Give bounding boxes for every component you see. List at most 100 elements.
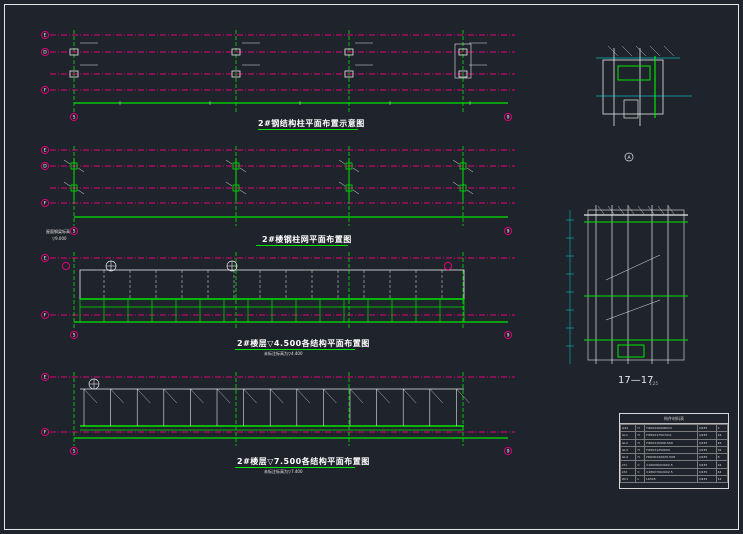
cad-line — [376, 388, 390, 404]
detail-outline — [602, 59, 664, 115]
axis-bubble-label: E — [44, 148, 47, 154]
schedule-row: GL2 H H300X150X6.5X9 Q235 24 — [619, 438, 729, 447]
section-outline — [587, 209, 685, 361]
cad-line — [77, 189, 85, 195]
plan-title-1: 2#钢结构柱平面布置示意图 — [258, 119, 365, 128]
schedule-cell: 16 — [715, 431, 729, 440]
schedule-cell: L63X5 — [644, 475, 699, 484]
axis-bubble-label: F — [44, 430, 47, 436]
cad-line — [429, 388, 443, 404]
axis-bubble-label: 9 — [507, 115, 510, 121]
schedule-cell: LT1 — [619, 460, 637, 469]
schedule-row: GL3 H H250X125X6X9 Q235 32 — [619, 445, 729, 455]
cad-line — [663, 45, 675, 57]
plan-title-4: 2#楼层▽7.500各结构平面布置图 — [237, 457, 370, 466]
cad-line — [83, 388, 98, 404]
axis-bubble-label: E — [44, 256, 47, 262]
axis-bubble-label: 9 — [507, 229, 510, 235]
schedule-cell: H — [635, 423, 646, 433]
plan-subtitle-3: 未标注标高为▽4.400 — [264, 351, 303, 356]
axis-bubble-label: D — [43, 50, 47, 56]
schedule-cell: GL2 — [619, 438, 637, 447]
schedule-cell: H — [635, 453, 646, 462]
axis-bubble-label: F — [44, 201, 47, 207]
plate-outline — [623, 99, 639, 119]
axis-bubble-label: E — [44, 375, 47, 381]
schedule-row: GL4 H HN200X100X5.5X8 Q235 8 — [619, 453, 729, 462]
cad-line — [323, 388, 337, 404]
axis-bubble-label: 9 — [507, 333, 510, 339]
schedule-cell: GL3 — [619, 445, 637, 455]
schedule-body: GZ1 H H400X200X8X13 Q235 2 GL1 H H350X175X7X11 Q… — [619, 423, 729, 484]
schedule-cell: 12 — [715, 475, 729, 484]
cad-line — [635, 45, 647, 57]
schedule-cell: H300X150X6.5X9 — [644, 438, 699, 447]
plan-title-2: 2#楼钢柱网平面布置图 — [262, 235, 352, 244]
schedule-cell: L — [635, 475, 646, 484]
schedule-cell: C — [635, 460, 646, 469]
schedule-cell: ZC1 — [619, 475, 637, 484]
side-note-line2: ▽9.000 — [52, 236, 67, 241]
schedule-cell: C160X60X20X2.5 — [644, 460, 699, 469]
plan-title-4-underline — [235, 467, 355, 468]
plan-title-3: 2#楼层▽4.500各结构平面布置图 — [237, 339, 370, 348]
cad-line — [338, 159, 346, 165]
schedule-cell: 2 — [715, 423, 729, 433]
axis-bubble-label: F — [44, 88, 47, 94]
plan-subtitle-4: 未标注标高为▽7.400 — [264, 469, 303, 474]
schedule-cell: Q235 — [697, 445, 717, 455]
schedule-cell: Q235 — [697, 438, 717, 447]
plan-title-2-underline — [256, 245, 348, 246]
cad-line — [338, 181, 346, 187]
schedule-cell: 8 — [715, 453, 729, 462]
cad-line — [225, 181, 233, 187]
schedule-cell: H — [635, 445, 646, 455]
axis-bubble-label: 5 — [73, 115, 76, 121]
cad-line — [607, 45, 619, 57]
cad-line — [270, 388, 284, 404]
schedule-cell: H350X175X7X11 — [644, 431, 699, 440]
axis-bubble-label: E — [44, 33, 47, 39]
schedule-cell: GL4 — [619, 453, 637, 462]
schedule-title: 构件材料表 — [620, 414, 728, 424]
axis-bubble-label: F — [44, 313, 47, 319]
schedule-cell: GL1 — [619, 431, 637, 440]
detail-marker-label: A — [627, 155, 631, 161]
cad-line — [77, 167, 85, 173]
plan-title-1-underline — [258, 129, 358, 130]
axis-bubble-label: 5 — [73, 229, 76, 235]
schedule-cell: 44 — [715, 467, 729, 477]
schedule-cell: 32 — [715, 445, 729, 455]
schedule-cell: Q235 — [697, 467, 717, 477]
cad-line — [352, 167, 360, 173]
schedule-row: LT2 C C180X70X20X2.5 Q235 44 — [619, 467, 729, 477]
cad-line — [239, 167, 247, 173]
cad-line — [163, 388, 177, 404]
axis-bubble-label: 9 — [507, 449, 510, 455]
cad-line — [110, 388, 124, 404]
cad-line — [137, 388, 151, 404]
schedule-cell: H — [635, 431, 646, 440]
schedule-cell: Q235 — [697, 423, 717, 433]
schedule-cell: H250X125X6X9 — [644, 445, 699, 455]
schedule-row: LT1 C C160X60X20X2.5 Q235 44 — [619, 460, 729, 469]
schedule-cell: 24 — [715, 438, 729, 447]
axis-bubble-icon — [443, 261, 453, 271]
cad-line — [349, 388, 364, 404]
schedule-cell: C — [635, 467, 646, 477]
cad-line — [239, 189, 247, 195]
cad-line — [296, 388, 310, 404]
cad-line — [452, 159, 460, 165]
cad-line — [216, 388, 231, 404]
schedule-cell: LT2 — [619, 467, 637, 477]
schedule-cell: C180X70X20X2.5 — [644, 467, 699, 477]
axis-bubble-label: 5 — [73, 449, 76, 455]
cad-line — [225, 159, 233, 165]
cad-line — [63, 159, 71, 165]
schedule-cell: Q235 — [697, 475, 717, 484]
cad-line — [466, 189, 474, 195]
schedule-cell: 44 — [715, 460, 729, 469]
axis-bubble-icon — [61, 261, 71, 271]
schedule-cell: GZ1 — [619, 423, 637, 433]
schedule-cell: Q235 — [697, 453, 717, 462]
